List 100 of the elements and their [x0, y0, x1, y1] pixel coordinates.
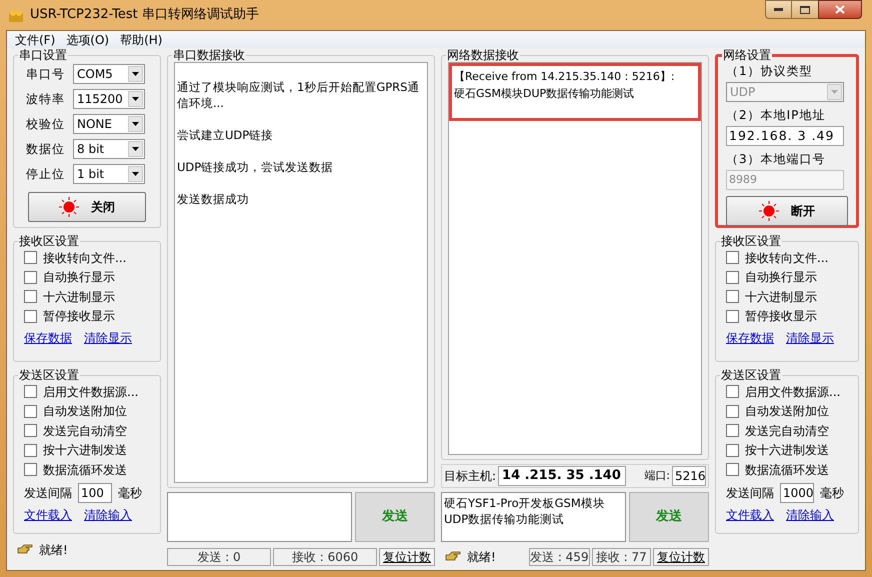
checkbox[interactable]: [24, 404, 37, 418]
checkbox[interactable]: [726, 385, 739, 398]
field-label: 数据位: [26, 141, 66, 158]
app-logo-icon: [8, 7, 24, 23]
group-title: 串口设置: [18, 48, 68, 62]
checkbox[interactable]: [24, 310, 37, 323]
checkbox[interactable]: [726, 290, 739, 304]
ip-field[interactable]: 192.168. 3 .49: [726, 126, 844, 146]
link[interactable]: 文件载入: [24, 506, 72, 524]
checkbox-label: 接收转向文件...: [43, 250, 126, 267]
checkbox[interactable]: [726, 463, 739, 476]
toggle-button[interactable]: 关闭: [28, 192, 146, 222]
close-button[interactable]: [818, 0, 862, 19]
checkbox[interactable]: [24, 290, 37, 304]
checkbox[interactable]: [24, 444, 37, 457]
checkbox-label: 自动换行显示: [745, 269, 817, 286]
checkbox[interactable]: [726, 424, 739, 438]
checkbox[interactable]: [726, 270, 739, 284]
interval-field[interactable]: 1000: [780, 482, 814, 502]
received-counter: 接收 : 77: [592, 548, 651, 566]
group-title: 网络数据接收: [446, 48, 520, 62]
received-text: 尝试建立UDP链接: [177, 127, 274, 143]
link[interactable]: 清除输入: [786, 506, 834, 524]
interval-label: 发送间隔: [24, 484, 72, 502]
minimize-button[interactable]: [765, 0, 792, 19]
link[interactable]: 清除显示: [786, 329, 834, 347]
link[interactable]: 文件载入: [726, 506, 774, 524]
checkbox-label: 十六进制显示: [43, 288, 115, 306]
send-input-field[interactable]: [167, 492, 352, 542]
port-label: 端口:: [644, 468, 670, 484]
checkbox[interactable]: [726, 251, 739, 264]
dropdown[interactable]: NONE: [73, 114, 145, 134]
checkbox[interactable]: [726, 404, 739, 418]
checkbox-label: 数据流循环发送: [43, 462, 127, 479]
checkbox[interactable]: [24, 251, 37, 264]
dropdown[interactable]: 1 bit: [73, 164, 145, 184]
pointing-hand-icon: [445, 551, 461, 563]
checkbox-label: 发送完自动清空: [745, 422, 829, 440]
checkbox-label: 自动发送附加位: [43, 403, 127, 420]
menu-item[interactable]: 选项(O): [66, 30, 110, 48]
group-title: 发送区设置: [18, 368, 80, 382]
checkbox-label: 发送完自动清空: [43, 422, 127, 440]
checkbox[interactable]: [726, 310, 739, 323]
maximize-button[interactable]: [792, 0, 818, 19]
interval-unit: 毫秒: [820, 484, 844, 502]
field-label: 校验位: [26, 116, 66, 133]
link[interactable]: 保存数据: [24, 329, 72, 347]
reset-count-button[interactable]: 复位计数: [379, 548, 435, 566]
received-counter: 接收 : 6060: [273, 548, 377, 566]
checkbox-label: 自动换行显示: [43, 269, 115, 286]
interval-field[interactable]: 100: [78, 482, 112, 502]
checkbox[interactable]: [24, 463, 37, 476]
group-title: 接收区设置: [18, 234, 80, 248]
received-text: UDP链接成功，尝试发送数据: [177, 159, 334, 175]
link[interactable]: 清除输入: [84, 506, 132, 524]
checkbox-label: 暂停接收显示: [43, 308, 115, 326]
send-input-field[interactable]: 硬石YSF1-Pro开发板GSM模块UDP数据传输功能测试: [441, 492, 626, 542]
checkbox-label: 数据流循环发送: [745, 462, 829, 479]
interval-label: 发送间隔: [726, 484, 774, 502]
port-field[interactable]: 5216: [672, 466, 706, 486]
status-text: 就绪!: [39, 542, 68, 559]
link[interactable]: 清除显示: [84, 329, 132, 347]
checkbox-label: 按十六进制发送: [43, 442, 127, 460]
checkbox-label: 接收转向文件...: [745, 250, 828, 267]
checkbox[interactable]: [726, 444, 739, 457]
menu-item[interactable]: 帮助(H): [120, 30, 162, 48]
toggle-button[interactable]: 断开: [726, 196, 848, 226]
group-title: 网络设置: [722, 48, 772, 62]
checkbox-label: 暂停接收显示: [745, 308, 817, 326]
checkbox[interactable]: [24, 385, 37, 398]
menu-item[interactable]: 文件(F): [15, 30, 56, 48]
received-text: 硬石GSM模块DUP数据传输功能测试: [454, 86, 636, 102]
maximize-icon: [800, 6, 810, 14]
host-field[interactable]: 14 .215. 35 .140: [498, 466, 626, 486]
group-title: 发送区设置: [720, 368, 782, 382]
field-label: 串口号: [26, 66, 66, 83]
field-label: 波特率: [26, 91, 66, 108]
dropdown[interactable]: COM5: [73, 64, 145, 84]
dropdown[interactable]: 115200: [73, 89, 145, 109]
group-title: 串口数据接收: [172, 48, 246, 62]
reset-count-button[interactable]: 复位计数: [653, 548, 709, 566]
dropdown[interactable]: 8 bit: [73, 139, 145, 159]
checkbox[interactable]: [24, 270, 37, 284]
checkbox-label: 自动发送附加位: [745, 403, 829, 420]
received-text: 发送数据成功: [177, 191, 250, 207]
checkbox-label: 十六进制显示: [745, 288, 817, 306]
checkbox-label: 启用文件数据源...: [43, 384, 138, 401]
protocol-label: （1）协议类型: [726, 63, 814, 80]
link[interactable]: 保存数据: [726, 329, 774, 347]
host-label: 目标主机:: [444, 468, 496, 485]
minimize-icon: [774, 8, 783, 11]
checkbox[interactable]: [24, 424, 37, 438]
sent-counter: 发送 : 0: [167, 548, 271, 566]
close-icon: [835, 5, 845, 14]
checkbox-label: 按十六进制发送: [745, 442, 829, 460]
checkbox-label: 启用文件数据源...: [745, 384, 840, 401]
received-text: 通过了模块响应测试，1秒后开始配置GPRS通信环境...: [177, 79, 420, 111]
received-text: 【Receive from 14.215.35.140 : 5216】:: [454, 69, 676, 85]
sent-counter: 发送 : 459: [529, 548, 590, 566]
pointing-hand-icon: [17, 544, 33, 556]
